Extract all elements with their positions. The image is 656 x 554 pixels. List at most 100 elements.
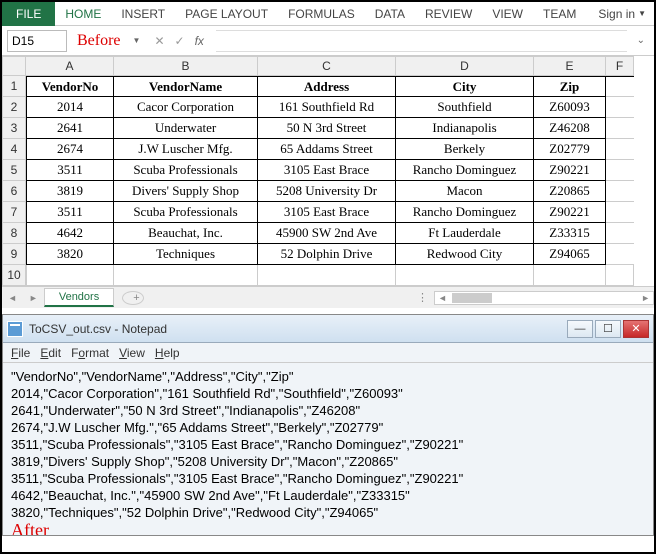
cell[interactable]: Beauchat, Inc. bbox=[114, 223, 258, 244]
sheet-nav-next-icon[interactable]: ► bbox=[23, 293, 44, 303]
tab-team[interactable]: TEAM bbox=[533, 7, 586, 21]
scroll-right-icon[interactable]: ► bbox=[638, 293, 653, 303]
header-cell[interactable]: VendorName bbox=[114, 76, 258, 97]
add-sheet-button[interactable]: + bbox=[122, 291, 144, 305]
cell[interactable]: Scuba Professionals bbox=[114, 202, 258, 223]
cell[interactable]: 2641 bbox=[26, 118, 114, 139]
enter-icon[interactable]: ✓ bbox=[175, 34, 185, 48]
row-header[interactable]: 9 bbox=[2, 244, 26, 265]
cell[interactable]: Rancho Dominguez bbox=[396, 160, 534, 181]
cell[interactable] bbox=[606, 76, 634, 97]
cell[interactable]: 50 N 3rd Street bbox=[258, 118, 396, 139]
col-header[interactable]: C bbox=[258, 56, 396, 76]
menu-file[interactable]: File bbox=[7, 346, 34, 360]
cancel-icon[interactable]: ✕ bbox=[154, 34, 164, 48]
cell[interactable]: 3820 bbox=[26, 244, 114, 265]
row-header[interactable]: 4 bbox=[2, 139, 26, 160]
cell[interactable]: Z20865 bbox=[534, 181, 606, 202]
cell[interactable]: 3105 East Brace bbox=[258, 160, 396, 181]
close-button[interactable]: ✕ bbox=[623, 320, 649, 338]
cell[interactable]: 3105 East Brace bbox=[258, 202, 396, 223]
col-header[interactable]: D bbox=[396, 56, 534, 76]
cell[interactable] bbox=[114, 265, 258, 286]
cell[interactable] bbox=[606, 265, 634, 286]
cell[interactable]: 4642 bbox=[26, 223, 114, 244]
cell[interactable]: Ft Lauderdale bbox=[396, 223, 534, 244]
cell[interactable]: 45900 SW 2nd Ave bbox=[258, 223, 396, 244]
cell[interactable]: Z46208 bbox=[534, 118, 606, 139]
menu-view[interactable]: View bbox=[115, 346, 149, 360]
cell[interactable]: Southfield bbox=[396, 97, 534, 118]
cell[interactable]: 52 Dolphin Drive bbox=[258, 244, 396, 265]
tab-insert[interactable]: INSERT bbox=[111, 7, 175, 21]
cell[interactable] bbox=[26, 265, 114, 286]
cell[interactable] bbox=[606, 223, 634, 244]
cell[interactable]: Divers' Supply Shop bbox=[114, 181, 258, 202]
menu-format[interactable]: Format bbox=[67, 346, 113, 360]
cell[interactable]: Berkely bbox=[396, 139, 534, 160]
cell[interactable]: 65 Addams Street bbox=[258, 139, 396, 160]
cell[interactable]: Indianapolis bbox=[396, 118, 534, 139]
row-header[interactable]: 8 bbox=[2, 223, 26, 244]
select-all-corner[interactable] bbox=[2, 56, 26, 76]
cell[interactable]: 3819 bbox=[26, 181, 114, 202]
col-header[interactable]: B bbox=[114, 56, 258, 76]
sheet-tab-vendors[interactable]: Vendors bbox=[44, 288, 114, 307]
header-cell[interactable]: Zip bbox=[534, 76, 606, 97]
row-header[interactable]: 2 bbox=[2, 97, 26, 118]
row-header[interactable]: 10 bbox=[2, 265, 26, 286]
cell[interactable]: Cacor Corporation bbox=[114, 97, 258, 118]
cell[interactable]: Macon bbox=[396, 181, 534, 202]
name-box-dropdown-icon[interactable]: ▼ bbox=[131, 36, 143, 45]
scroll-left-icon[interactable]: ◄ bbox=[435, 293, 450, 303]
tab-formulas[interactable]: FORMULAS bbox=[278, 7, 365, 21]
cell[interactable]: 2674 bbox=[26, 139, 114, 160]
col-header[interactable]: A bbox=[26, 56, 114, 76]
tab-home[interactable]: HOME bbox=[55, 7, 111, 21]
menu-edit[interactable]: Edit bbox=[36, 346, 65, 360]
tab-data[interactable]: DATA bbox=[365, 7, 415, 21]
cell[interactable]: J.W Luscher Mfg. bbox=[114, 139, 258, 160]
cell[interactable] bbox=[606, 181, 634, 202]
tab-page-layout[interactable]: PAGE LAYOUT bbox=[175, 7, 278, 21]
tab-review[interactable]: REVIEW bbox=[415, 7, 482, 21]
col-header[interactable]: F bbox=[606, 56, 634, 76]
cell[interactable]: Z60093 bbox=[534, 97, 606, 118]
sheet-nav-prev-icon[interactable]: ◄ bbox=[2, 293, 23, 303]
formula-bar[interactable] bbox=[216, 30, 627, 52]
cell[interactable]: Z33315 bbox=[534, 223, 606, 244]
row-header[interactable]: 5 bbox=[2, 160, 26, 181]
row-header[interactable]: 6 bbox=[2, 181, 26, 202]
col-header[interactable]: E bbox=[534, 56, 606, 76]
cell[interactable]: 161 Southfield Rd bbox=[258, 97, 396, 118]
header-cell[interactable]: Address bbox=[258, 76, 396, 97]
cell[interactable]: 3511 bbox=[26, 160, 114, 181]
cell[interactable] bbox=[258, 265, 396, 286]
header-cell[interactable]: City bbox=[396, 76, 534, 97]
cell[interactable]: 5208 University Dr bbox=[258, 181, 396, 202]
cell[interactable]: Underwater bbox=[114, 118, 258, 139]
cell[interactable]: Techniques bbox=[114, 244, 258, 265]
cell[interactable]: Z02779 bbox=[534, 139, 606, 160]
file-tab[interactable]: FILE bbox=[2, 2, 55, 26]
cell[interactable]: Rancho Dominguez bbox=[396, 202, 534, 223]
cell[interactable] bbox=[606, 202, 634, 223]
horizontal-scrollbar[interactable]: ◄ ► bbox=[434, 291, 654, 305]
row-header[interactable]: 1 bbox=[2, 76, 26, 97]
menu-help[interactable]: Help bbox=[151, 346, 184, 360]
sign-in-link[interactable]: Sign in▼ bbox=[590, 7, 654, 21]
cell[interactable] bbox=[606, 97, 634, 118]
row-header[interactable]: 7 bbox=[2, 202, 26, 223]
cell[interactable]: 2014 bbox=[26, 97, 114, 118]
row-header[interactable]: 3 bbox=[2, 118, 26, 139]
cell[interactable]: Redwood City bbox=[396, 244, 534, 265]
name-box[interactable]: D15 bbox=[7, 30, 67, 52]
cell[interactable] bbox=[396, 265, 534, 286]
notepad-titlebar[interactable]: ToCSV_out.csv - Notepad — ☐ ✕ bbox=[3, 315, 653, 343]
formula-bar-expand-icon[interactable]: ⌄ bbox=[633, 35, 649, 46]
cell[interactable] bbox=[606, 160, 634, 181]
cell[interactable]: Scuba Professionals bbox=[114, 160, 258, 181]
cell[interactable]: 3511 bbox=[26, 202, 114, 223]
minimize-button[interactable]: — bbox=[567, 320, 593, 338]
cell[interactable]: Z90221 bbox=[534, 202, 606, 223]
